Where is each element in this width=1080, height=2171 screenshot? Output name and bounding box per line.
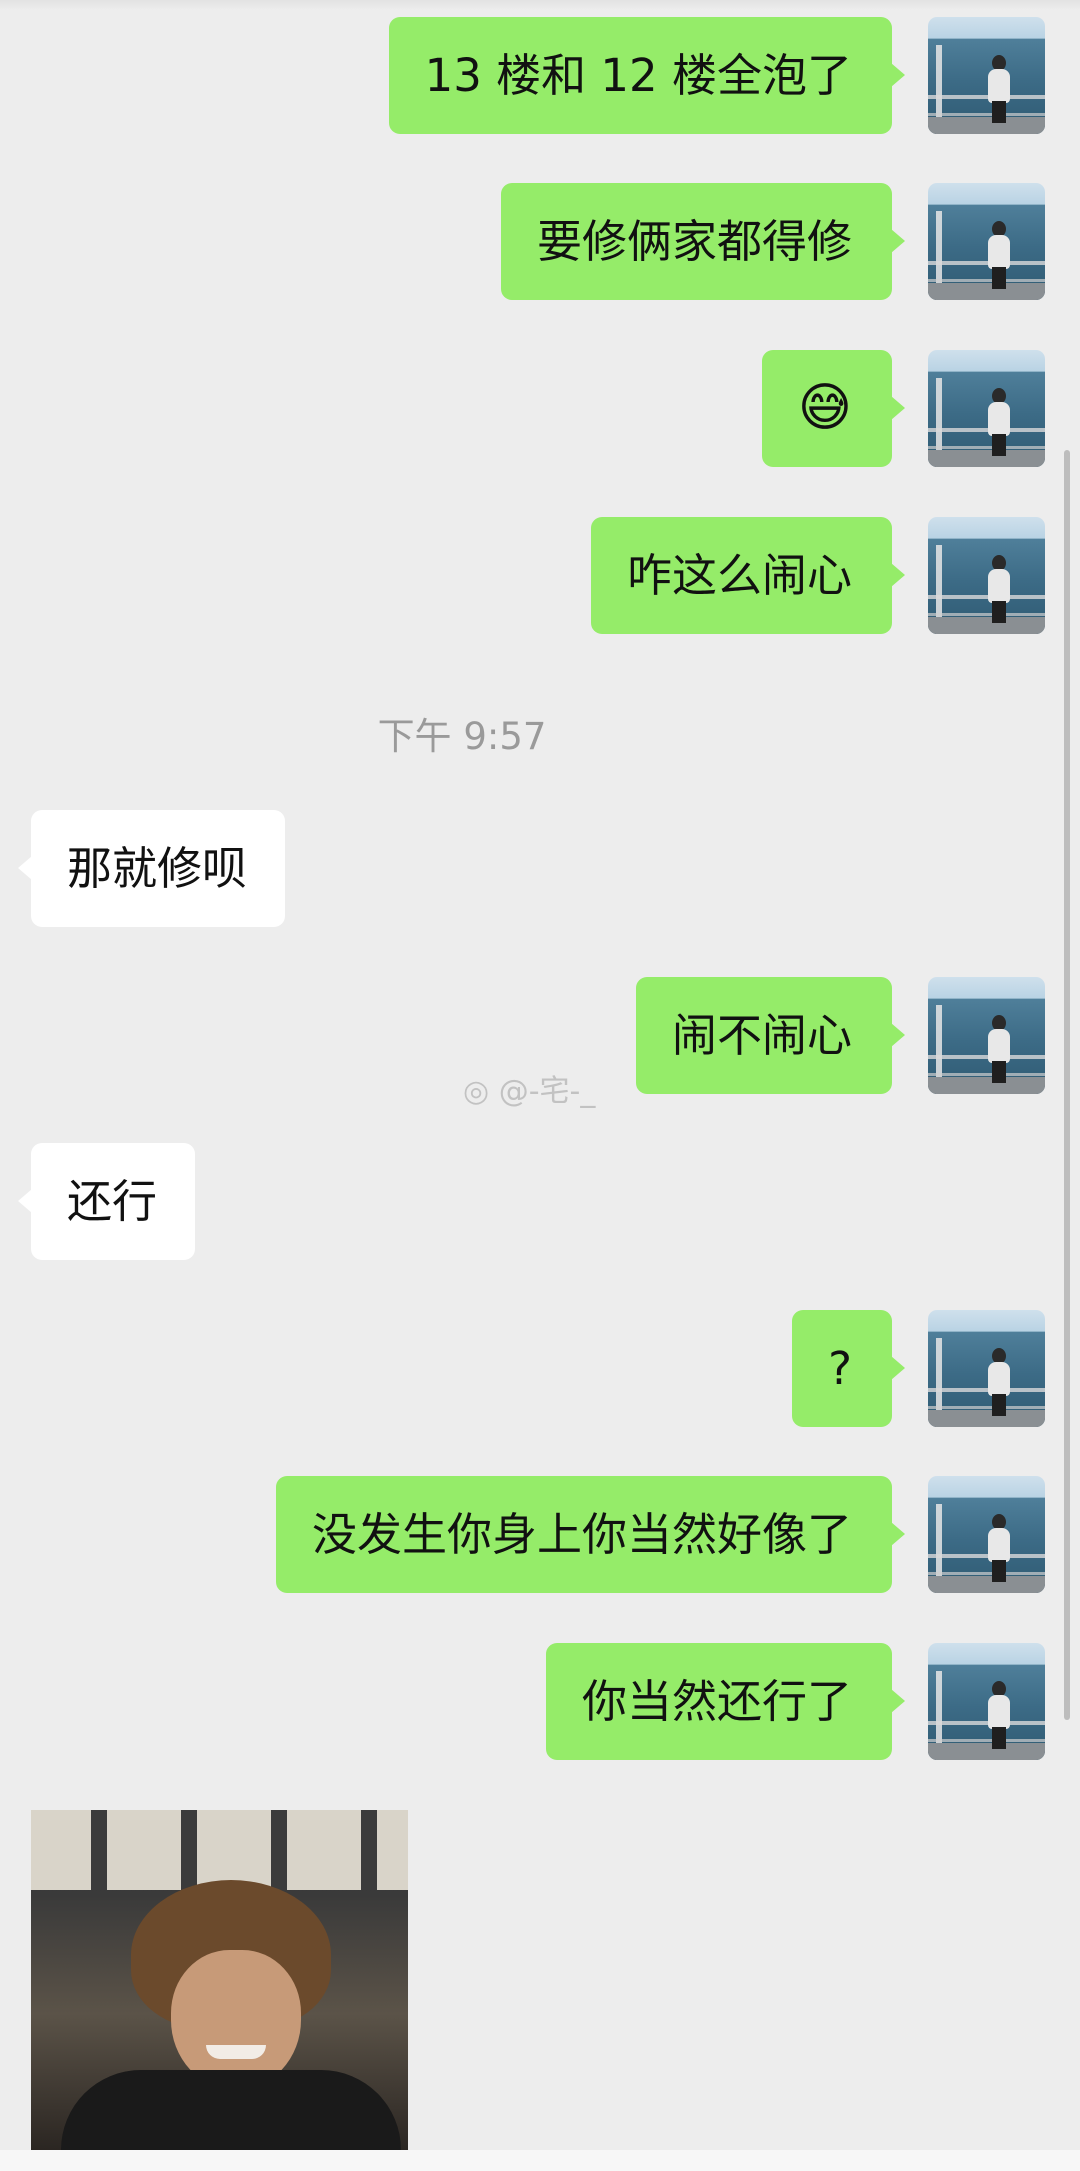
message-bubble-outgoing[interactable]: 咋这么闹心 [590, 517, 906, 634]
message-text: 咋这么闹心 [626, 549, 852, 602]
user-avatar[interactable] [928, 977, 1045, 1094]
message-bubble-outgoing[interactable]: 你当然还行了 [545, 1643, 906, 1760]
user-avatar[interactable] [928, 350, 1045, 467]
user-avatar[interactable] [928, 1476, 1045, 1593]
message-bubble-outgoing[interactable]: 13 楼和 12 楼全泡了 [388, 17, 906, 134]
user-avatar[interactable] [928, 1310, 1045, 1427]
message-bubble-incoming[interactable]: 那就修呗 [17, 810, 286, 927]
message-bubble-outgoing[interactable]: 闹不闹心 [635, 977, 906, 1094]
message-text: ? [828, 1342, 852, 1395]
message-text: 还行 [67, 1175, 158, 1228]
sweat-smile-emoji-icon: 😅 [797, 378, 852, 438]
weibo-watermark: ◎ @-宅-_ [463, 1066, 595, 1110]
grinning-man-sticker[interactable] [31, 1810, 408, 2150]
message-text: 你当然还行了 [581, 1675, 852, 1728]
message-text: 没发生你身上你当然好像了 [311, 1508, 852, 1561]
message-text: 闹不闹心 [671, 1009, 852, 1062]
message-bubble-outgoing[interactable]: 没发生你身上你当然好像了 [275, 1476, 906, 1593]
chat-timestamp: 下午 9:57 [377, 715, 547, 758]
message-bubble-outgoing[interactable]: 😅 [761, 350, 906, 467]
scrollbar[interactable] [1064, 450, 1070, 1720]
user-avatar[interactable] [928, 1643, 1045, 1760]
message-text: 要修俩家都得修 [536, 215, 852, 268]
top-edge [0, 0, 1080, 10]
message-text: 那就修呗 [67, 842, 248, 895]
weibo-logo-icon: ◎ [463, 1074, 490, 1109]
message-bubble-outgoing[interactable]: 要修俩家都得修 [500, 183, 906, 300]
message-text: 13 楼和 12 楼全泡了 [424, 49, 852, 102]
watermark-text: @-宅-_ [498, 1074, 596, 1109]
user-avatar[interactable] [928, 17, 1045, 134]
user-avatar[interactable] [928, 183, 1045, 300]
bottom-edge [0, 2150, 1080, 2171]
user-avatar[interactable] [928, 517, 1045, 634]
message-bubble-incoming[interactable]: 还行 [17, 1143, 196, 1260]
message-bubble-outgoing[interactable]: ? [792, 1310, 905, 1427]
